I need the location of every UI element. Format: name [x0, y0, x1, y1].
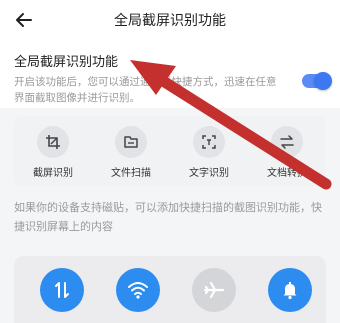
feature-label: 文件扫描	[111, 168, 151, 179]
setting-row: 全局截屏识别功能 开启该功能后，您可以通过通知栏快捷方式，迅速在任意界面截取图像…	[0, 40, 340, 108]
feature-toggle[interactable]	[302, 72, 332, 90]
bell-icon	[283, 282, 297, 300]
feature-file-scan[interactable]: 文件扫描	[92, 116, 170, 186]
wifi-icon	[128, 282, 148, 299]
crop-icon	[37, 126, 69, 158]
setting-description: 开启该功能后，您可以通过通知栏快捷方式，迅速在任意界面截取图像并进行识别。	[14, 76, 277, 104]
toggle-knob	[314, 72, 332, 90]
wifi-tile[interactable]	[116, 268, 160, 312]
setting-title: 全局截屏识别功能	[14, 55, 119, 70]
feature-label: 文字识别	[189, 168, 229, 179]
notifications-tile[interactable]	[268, 268, 312, 312]
page-title: 全局截屏识别功能	[114, 13, 226, 29]
convert-icon	[271, 126, 303, 158]
airplane-mode-tile[interactable]	[192, 268, 236, 312]
top-bar: 全局截屏识别功能	[0, 0, 340, 40]
feature-text-recognition[interactable]: 文字识别	[170, 116, 248, 186]
features-card: 截屏识别 文件扫描 文字识别 文档转换	[14, 116, 326, 186]
feature-screenshot-recognition[interactable]: 截屏识别	[14, 116, 92, 186]
data-transfer-icon	[55, 282, 69, 298]
text-recognition-icon	[193, 126, 225, 158]
file-scan-icon	[115, 126, 147, 158]
tile-tip-text: 如果你的设备支持磁贴，可以添加快捷扫描的截图识别功能，快捷识别屏幕上的内容	[14, 201, 322, 233]
mobile-data-tile[interactable]	[40, 268, 84, 312]
quick-settings-panel	[14, 256, 326, 323]
feature-label: 文档转换	[267, 168, 307, 179]
feature-label: 截屏识别	[33, 168, 73, 179]
airplane-icon	[203, 281, 225, 299]
feature-document-conversion[interactable]: 文档转换	[248, 116, 326, 186]
